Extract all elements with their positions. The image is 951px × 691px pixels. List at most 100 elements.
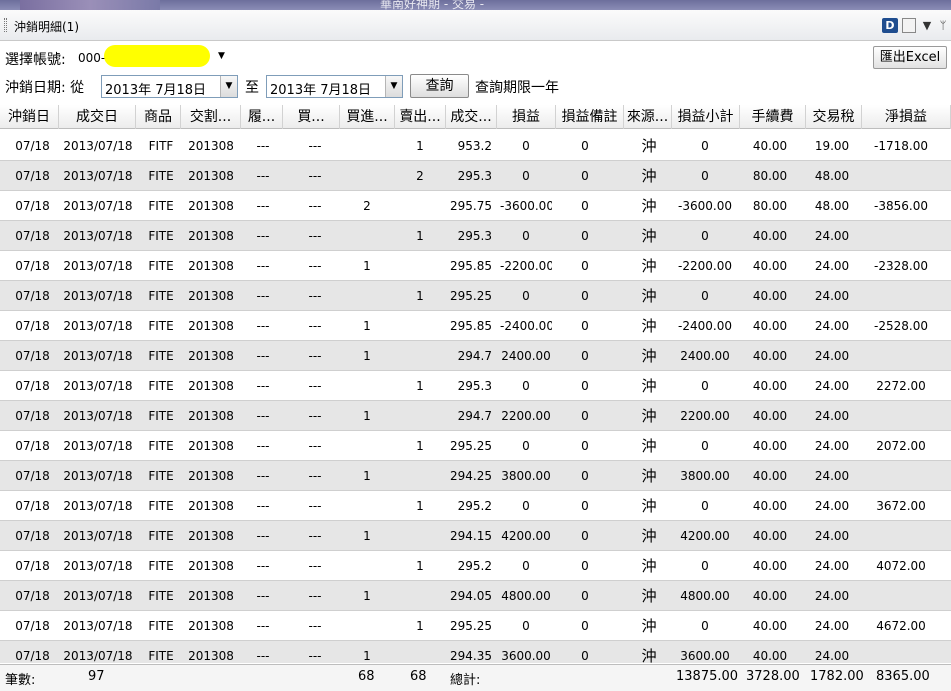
cell-settle-date: 07/18	[15, 649, 50, 663]
cell-pl-subtotal: 3600.00	[680, 649, 730, 663]
table-row[interactable]: 07/18 2013/07/18 FITE 201308 --- --- 1 294.7 240…	[0, 341, 951, 371]
column-header-delivery-month[interactable]: 交割...	[181, 105, 241, 129]
cell-delivery-month: 201308	[188, 259, 234, 273]
cell-pl-note: 0	[581, 319, 589, 333]
drag-grip-icon[interactable]	[4, 18, 7, 32]
column-header-pl-note[interactable]: 損益備註	[556, 105, 624, 129]
cell-buy-sell: ---	[308, 559, 322, 573]
cell-settle-date: 07/18	[15, 529, 50, 543]
table-row[interactable]: 07/18 2013/07/18 FITE 201308 --- --- 1 295.2 0 0 沖…	[0, 491, 951, 521]
table-row[interactable]: 07/18 2013/07/18 FITE 201308 --- --- 1 295.25 0 0…	[0, 281, 951, 311]
cell-sell-qty	[408, 191, 432, 221]
cell-settle-date: 07/18	[15, 469, 50, 483]
cell-source: 沖	[641, 257, 657, 275]
table-row[interactable]: 07/18 2013/07/18 FITE 201308 --- --- 1 294.15 42…	[0, 521, 951, 551]
cell-source: 沖	[641, 407, 657, 425]
query-button[interactable]: 查詢	[410, 74, 469, 98]
column-header-buy-qty[interactable]: 買進...	[340, 105, 395, 129]
cell-trade-date: 2013/07/18	[63, 589, 133, 603]
cell-profit-loss: 3600.00	[501, 649, 551, 663]
dropdown-icon[interactable]: ▼	[922, 18, 932, 33]
fee-total: 3728.00	[746, 669, 800, 684]
cell-pl-note: 0	[581, 529, 589, 543]
export-excel-button[interactable]: 匯出Excel	[873, 46, 947, 69]
account-select[interactable]: 000-	[78, 51, 105, 65]
table-row[interactable]: 07/18 2013/07/18 FITE 201308 --- --- 1 295.85 -2…	[0, 311, 951, 341]
cell-settle-date: 07/18	[15, 349, 50, 363]
table-row[interactable]: 07/18 2013/07/18 FITE 201308 --- --- 1 295.3 0 0 沖…	[0, 371, 951, 401]
cell-profit-loss: 0	[522, 229, 530, 243]
cell-contract-type: ---	[256, 619, 270, 633]
cell-source: 沖	[641, 137, 657, 155]
cell-product: FITE	[148, 169, 174, 183]
chevron-down-icon[interactable]: ▼	[385, 76, 402, 97]
column-header-product[interactable]: 商品	[136, 105, 181, 129]
cell-sell-qty: 1	[416, 289, 424, 303]
table-row[interactable]: 07/18 2013/07/18 FITE 201308 --- --- 1 294.35 36…	[0, 641, 951, 663]
cell-settle-date: 07/18	[15, 169, 50, 183]
cell-pl-subtotal: 0	[701, 169, 709, 183]
table-row[interactable]: 07/18 2013/07/18 FITE 201308 --- --- 1 295.85 -2…	[0, 251, 951, 281]
table-row[interactable]: 07/18 2013/07/18 FITE 201308 --- --- 2 295.75 -3…	[0, 191, 951, 221]
document-icon[interactable]	[902, 18, 916, 33]
cell-sell-qty: 1	[416, 379, 424, 393]
table-row[interactable]: 07/18 2013/07/18 FITE 201308 --- --- 1 294.05 48…	[0, 581, 951, 611]
cell-pl-note: 0	[581, 559, 589, 573]
cell-settle-date: 07/18	[15, 439, 50, 453]
cell-profit-loss: -2200.00	[500, 259, 552, 273]
cell-profit-loss: 2200.00	[501, 409, 551, 423]
column-header-settle-date[interactable]: 沖銷日	[0, 105, 59, 129]
cell-trade-price: 294.25	[450, 469, 492, 483]
cell-buy-qty: 1	[363, 589, 371, 603]
table-row[interactable]: 07/18 2013/07/18 FITF 201308 --- --- 1 953.2 0 0 沖…	[0, 131, 951, 161]
column-header-trade-price[interactable]: 成交...	[446, 105, 497, 129]
cell-sell-qty: 1	[416, 559, 424, 573]
chevron-down-icon[interactable]: ▼	[218, 51, 225, 61]
cell-source: 沖	[641, 347, 657, 365]
cell-buy-qty	[355, 431, 379, 461]
cell-buy-qty	[355, 281, 379, 311]
grid-body[interactable]: 07/18 2013/07/18 FITF 201308 --- --- 1 953.2 0 0 沖…	[0, 131, 951, 663]
table-row[interactable]: 07/18 2013/07/18 FITE 201308 --- --- 1 295.25 0 0…	[0, 431, 951, 461]
table-row[interactable]: 07/18 2013/07/18 FITE 201308 --- --- 1 295.3 0 0 沖…	[0, 221, 951, 251]
pin-icon[interactable]: ᛘ	[938, 18, 948, 33]
cell-contract-type: ---	[256, 349, 270, 363]
table-row[interactable]: 07/18 2013/07/18 FITE 201308 --- --- 2 295.3 0 0 沖…	[0, 161, 951, 191]
column-header-contract-type[interactable]: 履...	[241, 105, 283, 129]
cell-settle-date: 07/18	[15, 619, 50, 633]
cell-net-pl: 4672.00	[876, 619, 926, 633]
cell-buy-qty: 1	[363, 529, 371, 543]
cell-product: FITE	[148, 199, 174, 213]
column-header-tax[interactable]: 交易稅	[806, 105, 862, 129]
cell-net-pl	[866, 641, 936, 663]
column-header-pl-subtotal[interactable]: 損益小計	[672, 105, 740, 129]
column-header-trade-date[interactable]: 成交日	[59, 105, 136, 129]
table-row[interactable]: 07/18 2013/07/18 FITE 201308 --- --- 1 295.2 0 0 沖…	[0, 551, 951, 581]
cell-trade-date: 2013/07/18	[63, 379, 133, 393]
column-header-sell-qty[interactable]: 賣出...	[395, 105, 446, 129]
table-row[interactable]: 07/18 2013/07/18 FITE 201308 --- --- 1 295.25 0 0…	[0, 611, 951, 641]
cell-pl-subtotal: -2400.00	[678, 319, 732, 333]
cell-contract-type: ---	[256, 289, 270, 303]
column-header-source[interactable]: 來源...	[624, 105, 672, 129]
date-from-picker[interactable]: 2013年 7月18日 ▼	[101, 75, 238, 98]
cell-trade-date: 2013/07/18	[63, 529, 133, 543]
cell-sell-qty	[408, 641, 432, 663]
table-row[interactable]: 07/18 2013/07/18 FITE 201308 --- --- 1 294.25 38…	[0, 461, 951, 491]
cell-sell-qty	[408, 581, 432, 611]
cell-pl-note: 0	[581, 229, 589, 243]
column-header-profit-loss[interactable]: 損益	[497, 105, 556, 129]
date-to-picker[interactable]: 2013年 7月18日 ▼	[266, 75, 403, 98]
cell-product: FITE	[148, 559, 174, 573]
chevron-down-icon[interactable]: ▼	[220, 76, 237, 97]
column-header-fee[interactable]: 手續費	[740, 105, 806, 129]
d-icon[interactable]: D	[882, 18, 898, 33]
column-header-buy-sell[interactable]: 買...	[283, 105, 340, 129]
cell-settle-date: 07/18	[15, 559, 50, 573]
cell-settle-date: 07/18	[15, 379, 50, 393]
cell-trade-price: 295.3	[457, 379, 492, 393]
cell-buy-sell: ---	[308, 439, 322, 453]
table-row[interactable]: 07/18 2013/07/18 FITE 201308 --- --- 1 294.7 220…	[0, 401, 951, 431]
cell-delivery-month: 201308	[188, 649, 234, 663]
column-header-net-pl[interactable]: 淨損益	[862, 105, 951, 129]
